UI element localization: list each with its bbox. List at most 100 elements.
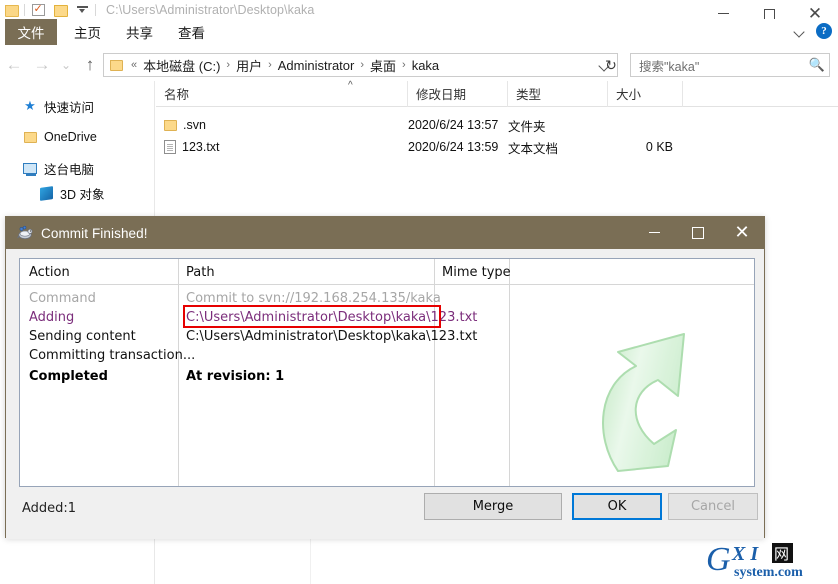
commit-log-list[interactable]: Action Path Mime type Command Commit to … bbox=[19, 258, 755, 487]
address-breadcrumb-bar[interactable]: « 本地磁盘 (C:) › 用户 › Administrator › 桌面 › … bbox=[103, 53, 618, 77]
folder-icon bbox=[22, 129, 38, 145]
tab-home[interactable]: 主页 bbox=[66, 19, 109, 45]
text-document-icon bbox=[164, 140, 176, 154]
breadcrumb-separator: › bbox=[360, 59, 365, 71]
dialog-title: Commit Finished! bbox=[41, 225, 148, 241]
table-row[interactable]: 123.txt 2020/6/24 13:59 文本文档 0 KB bbox=[156, 136, 838, 158]
log-path-cell: Commit to svn://192.168.254.135/kaka bbox=[186, 291, 441, 306]
column-header-type[interactable]: 类型 bbox=[508, 80, 608, 107]
column-header-path[interactable]: Path bbox=[186, 259, 215, 285]
column-header-mime-type[interactable]: Mime type bbox=[442, 259, 511, 285]
status-label: Added:1 bbox=[22, 501, 77, 516]
file-list-column-headers: 名称 修改日期 类型 大小 ^ bbox=[156, 80, 838, 107]
tab-view[interactable]: 查看 bbox=[170, 19, 213, 45]
tortoisesvn-icon bbox=[17, 225, 33, 241]
sort-ascending-icon: ^ bbox=[348, 80, 353, 91]
screen: C:\Users\Administrator\Desktop\kaka ✕ 文件… bbox=[0, 0, 838, 584]
folder-icon bbox=[164, 119, 177, 131]
sidebar-item-label: OneDrive bbox=[44, 130, 97, 144]
dialog-body: Action Path Mime type Command Commit to … bbox=[6, 249, 764, 539]
ok-button[interactable]: OK bbox=[572, 493, 662, 520]
column-divider[interactable] bbox=[178, 259, 179, 486]
toolbar-divider bbox=[24, 3, 25, 16]
tab-share[interactable]: 共享 bbox=[118, 19, 161, 45]
up-button[interactable]: ↑ bbox=[76, 51, 104, 79]
back-button[interactable]: ← bbox=[0, 51, 28, 79]
sidebar-item-3d-objects[interactable]: 3D 对象 bbox=[0, 182, 154, 204]
system-menu-folder-icon[interactable] bbox=[0, 0, 22, 19]
search-input[interactable]: 搜索"kaka" bbox=[639, 56, 699, 75]
sidebar-item-quick-access[interactable]: ★ 快速访问 bbox=[0, 95, 154, 117]
search-icon[interactable]: 🔍 bbox=[809, 57, 825, 73]
column-divider[interactable] bbox=[509, 259, 510, 486]
breadcrumb-separator: › bbox=[226, 59, 231, 71]
svg-text:X I: X I bbox=[731, 543, 759, 565]
log-action-cell: Completed bbox=[29, 369, 108, 384]
file-date-cell: 2020/6/24 13:57 bbox=[408, 118, 499, 132]
new-folder-icon[interactable] bbox=[49, 0, 71, 19]
sidebar-item-this-pc[interactable]: 这台电脑 bbox=[0, 157, 154, 179]
computer-icon bbox=[22, 160, 38, 176]
green-curved-arrow-icon bbox=[584, 326, 714, 481]
log-path-cell: C:\Users\Administrator\Desktop\kaka\123.… bbox=[186, 310, 478, 325]
file-type-cell: 文件夹 bbox=[508, 119, 546, 134]
log-path-cell: C:\Users\Administrator\Desktop\kaka\123.… bbox=[186, 329, 478, 344]
ribbon-tabstrip: 文件 主页 共享 查看 ? bbox=[0, 19, 838, 46]
file-size-cell: 0 KB bbox=[645, 140, 673, 154]
column-header-size[interactable]: 大小 bbox=[608, 80, 683, 107]
log-action-cell: Adding bbox=[29, 310, 75, 325]
sidebar-item-onedrive[interactable]: OneDrive bbox=[0, 126, 154, 148]
cancel-button: Cancel bbox=[668, 493, 758, 520]
help-icon[interactable]: ? bbox=[816, 23, 832, 39]
tab-file[interactable]: 文件 bbox=[5, 19, 57, 45]
search-box[interactable]: 搜索"kaka" 🔍 bbox=[630, 53, 830, 77]
window-title-path: C:\Users\Administrator\Desktop\kaka bbox=[106, 2, 315, 17]
customize-quick-access-caret-icon[interactable] bbox=[71, 0, 93, 19]
file-type-cell: 文本文档 bbox=[508, 141, 559, 156]
address-folder-icon bbox=[108, 57, 124, 73]
log-action-cell: Command bbox=[29, 291, 96, 306]
star-pin-icon: ★ bbox=[24, 98, 36, 113]
sidebar-item-label: 快速访问 bbox=[44, 100, 95, 115]
log-path-cell: At revision: 1 bbox=[186, 369, 285, 384]
sidebar-item-label: 这台电脑 bbox=[44, 162, 95, 177]
column-header-name[interactable]: 名称 bbox=[156, 80, 408, 107]
log-action-cell: Sending content bbox=[29, 329, 136, 344]
svg-text:system.com: system.com bbox=[734, 565, 803, 580]
address-bar-row: ← → ⌄ ↑ « 本地磁盘 (C:) › 用户 › Administrator… bbox=[0, 50, 838, 80]
breadcrumb-separator: › bbox=[268, 59, 272, 71]
expand-ribbon-chevron-down-icon[interactable] bbox=[795, 28, 806, 35]
breadcrumb-item-kaka[interactable]: kaka bbox=[409, 58, 442, 73]
recent-locations-button[interactable]: ⌄ bbox=[56, 51, 76, 79]
file-name-cell[interactable]: .svn bbox=[156, 118, 408, 132]
refresh-button[interactable]: ↻ bbox=[600, 53, 622, 77]
svg-text:网: 网 bbox=[774, 545, 789, 563]
breadcrumb-item-users[interactable]: 用户 bbox=[233, 56, 265, 75]
column-header-action[interactable]: Action bbox=[29, 259, 70, 285]
file-name-cell[interactable]: 123.txt bbox=[156, 140, 408, 154]
sidebar-item-label: 3D 对象 bbox=[60, 187, 105, 202]
svg-text:G: G bbox=[706, 541, 731, 578]
site-watermark: G X I 网 system.com bbox=[704, 540, 834, 580]
forward-button[interactable]: → bbox=[28, 51, 56, 79]
breadcrumb-item-administrator[interactable]: Administrator bbox=[275, 58, 358, 73]
dialog-title-bar[interactable]: Commit Finished! ✕ bbox=[6, 217, 764, 249]
commit-log-headers bbox=[20, 259, 754, 285]
column-header-date[interactable]: 修改日期 bbox=[408, 80, 508, 107]
breadcrumb-overflow-icon[interactable]: « bbox=[128, 59, 140, 71]
table-row[interactable]: .svn 2020/6/24 13:57 文件夹 bbox=[156, 114, 838, 136]
dialog-close-button[interactable]: ✕ bbox=[720, 217, 764, 249]
file-name-label: 123.txt bbox=[182, 140, 220, 154]
dialog-window-controls: ✕ bbox=[632, 217, 764, 249]
breadcrumb-item-desktop[interactable]: 桌面 bbox=[367, 56, 399, 75]
file-name-label: .svn bbox=[183, 118, 206, 132]
ribbon-right-controls: ? bbox=[795, 23, 832, 39]
commit-finished-dialog: Commit Finished! ✕ Action Path Mime type… bbox=[5, 216, 765, 539]
merge-button[interactable]: Merge bbox=[424, 493, 562, 520]
breadcrumb-item-drive[interactable]: 本地磁盘 (C:) bbox=[140, 56, 223, 75]
breadcrumb-separator: › bbox=[402, 59, 406, 71]
3d-objects-icon bbox=[38, 185, 54, 201]
dialog-maximize-button[interactable] bbox=[676, 217, 720, 249]
dialog-minimize-button[interactable] bbox=[632, 217, 676, 249]
properties-checkbox-icon[interactable] bbox=[27, 0, 49, 19]
